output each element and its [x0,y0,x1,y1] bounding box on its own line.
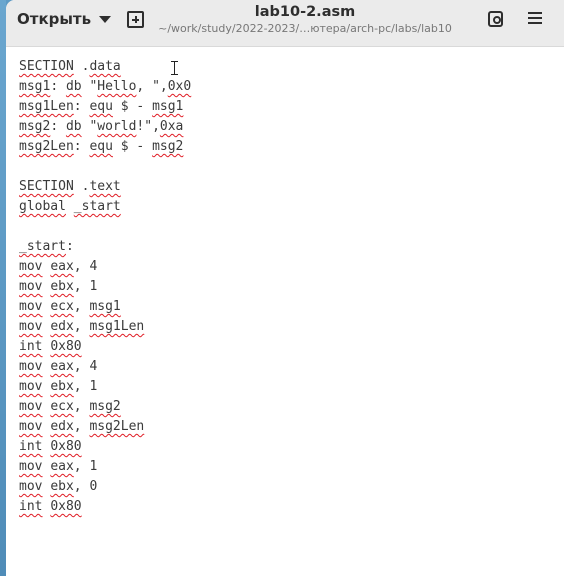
code-line: mov eax, 4 [19,259,98,274]
new-tab-icon[interactable] [127,11,144,28]
code-line: mov ecx, msg1 [19,299,121,314]
code-line: mov edx, msg2Len [19,419,145,434]
header-bar: Открыть lab10-2.asm ~/work/study/2022-20… [6,0,564,47]
hamburger-menu-icon[interactable] [528,12,542,24]
code-line: mov ebx, 1 [19,379,98,394]
file-name: lab10-2.asm [254,4,356,20]
code-line: msg2: db "world!",0xa [19,119,184,134]
code-line: mov eax, 1 [19,459,98,474]
code-line: int 0x80 [19,339,82,354]
open-label: Открыть [17,10,92,28]
code-line: global _start [19,199,121,214]
open-button[interactable]: Открыть [17,8,112,30]
code-line: msg2Len: equ $ - msg2 [19,139,184,154]
chevron-down-icon [99,15,112,23]
text-editor-window: Открыть lab10-2.asm ~/work/study/2022-20… [6,0,564,576]
code-line: msg1: db "Hello, ",0x0 [19,79,192,94]
text-cursor-icon [171,61,178,75]
code-line: SECTION .data [19,59,121,74]
code-editor[interactable]: SECTION .data msg1: db "Hello, ",0x0 msg1L… [19,57,191,517]
code-line: mov ebx, 1 [19,279,98,294]
code-line: int 0x80 [19,439,82,454]
code-line: int 0x80 [19,499,82,514]
window-title: lab10-2.asm ~/work/study/2022-2023/…ютер… [146,4,464,35]
code-line: msg1Len: equ $ - msg1 [19,99,184,114]
code-line: _start: [19,239,74,254]
code-line: mov edx, msg1Len [19,319,145,334]
code-line: mov ecx, msg2 [19,399,121,414]
code-line: SECTION .text [19,179,121,194]
file-path: ~/work/study/2022-2023/…ютера/arch-pc/la… [158,22,452,35]
code-line: mov ebx, 0 [19,479,98,494]
code-line: mov eax, 4 [19,359,98,374]
search-icon[interactable] [488,11,503,27]
